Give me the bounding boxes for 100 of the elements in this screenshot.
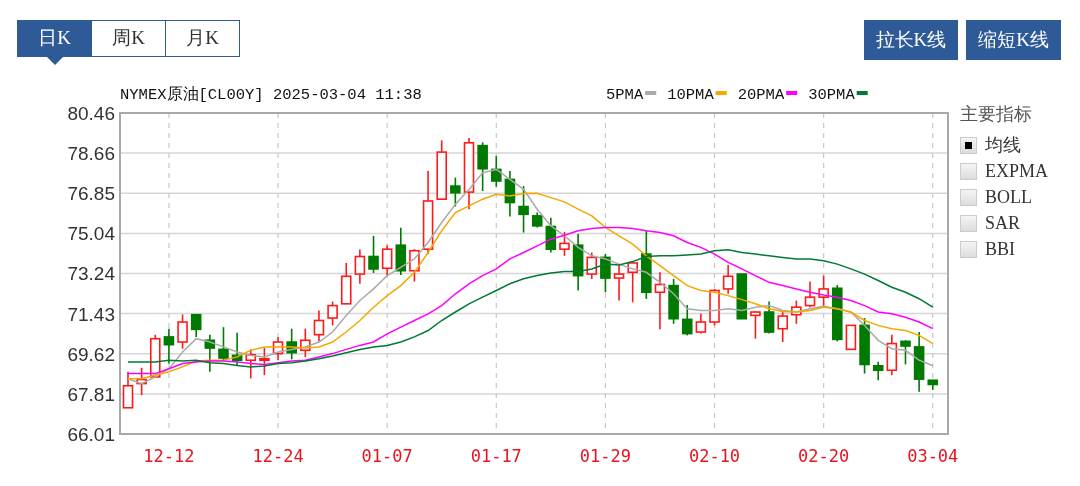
y-axis-label: 67.81 — [67, 384, 115, 405]
candlestick — [859, 317, 870, 375]
candlestick — [832, 284, 843, 343]
legend-label: 30PMA — [808, 86, 855, 104]
candlestick — [368, 235, 379, 274]
candlestick — [613, 263, 625, 302]
legend-swatch — [645, 91, 657, 95]
candlestick — [559, 231, 570, 257]
candlestick — [641, 229, 652, 300]
y-axis-label: 73.24 — [67, 263, 115, 285]
x-axis-label: 01-29 — [579, 446, 631, 466]
candlestick — [300, 327, 311, 358]
period-tab[interactable]: 日K — [17, 20, 92, 57]
candlestick — [163, 327, 175, 365]
x-axis-label: 02-10 — [688, 446, 741, 466]
legend-swatch — [786, 91, 798, 95]
legend-label: 20PMA — [737, 86, 785, 104]
candlestick — [477, 141, 488, 192]
chart-title: NYMEX原油[CL00Y] 2025-03-04 11:38 — [120, 86, 422, 104]
candlestick — [286, 327, 297, 361]
candlestick — [900, 339, 911, 366]
candlestick — [231, 331, 243, 367]
candlestick — [204, 333, 216, 373]
candlestick — [177, 313, 188, 350]
candlestick — [600, 253, 611, 294]
candlestick — [504, 170, 516, 218]
candlestick — [627, 261, 638, 304]
candlestick — [313, 309, 325, 343]
candlestick — [409, 248, 420, 283]
candlestick — [777, 311, 788, 343]
x-axis-label: 03-04 — [907, 446, 959, 466]
candlestick — [872, 361, 884, 382]
candlestick — [736, 273, 748, 320]
x-axis-label: 12-12 — [143, 446, 195, 466]
candlestick — [340, 262, 352, 305]
candlestick — [150, 333, 161, 378]
x-axis-label: 12-24 — [252, 446, 304, 466]
candlestick — [654, 271, 666, 331]
candlestick — [381, 244, 393, 278]
candlestick — [518, 185, 529, 234]
indicator-checkbox[interactable] — [960, 162, 977, 180]
indicator-label: BBI — [985, 237, 1015, 261]
x-axis-label: 01-07 — [361, 446, 413, 466]
zoom-button[interactable]: 缩短K线 — [966, 20, 1061, 60]
legend-label: 10PMA — [667, 86, 714, 104]
candlestick — [545, 216, 557, 254]
candlestick — [272, 336, 284, 362]
candlestick — [136, 367, 147, 396]
candlestick — [763, 300, 775, 335]
indicator-label: 均线 — [985, 133, 1021, 157]
x-axis-label: 02-20 — [798, 446, 850, 466]
candlestick — [845, 324, 857, 351]
candlestick — [218, 326, 229, 362]
candlestick — [490, 155, 502, 188]
legend-swatch — [856, 91, 868, 95]
candlestick — [531, 211, 543, 229]
indicator-checkbox[interactable] — [960, 136, 977, 154]
tab-pointer-icon — [46, 57, 63, 65]
legend-swatch — [715, 91, 727, 95]
candlestick — [668, 278, 679, 325]
candlestick — [245, 348, 257, 380]
y-axis-label: 80.46 — [67, 103, 115, 124]
period-tab[interactable]: 月K — [165, 20, 240, 57]
y-axis-label: 75.04 — [67, 223, 115, 245]
candlestick — [791, 299, 802, 325]
indicator-checkbox[interactable] — [960, 188, 977, 206]
candlestick — [327, 300, 338, 327]
candlestick — [818, 274, 829, 308]
y-axis-label: 71.43 — [67, 303, 115, 325]
y-axis-label: 78.66 — [67, 143, 115, 164]
indicator-checkbox[interactable] — [960, 214, 977, 232]
indicator-label: BOLL — [985, 185, 1032, 209]
candlestick — [695, 313, 707, 335]
candlestick — [122, 371, 134, 409]
period-tab[interactable]: 周K — [91, 20, 166, 57]
candlestick — [586, 251, 598, 280]
candlestick — [886, 333, 898, 376]
indicator-label: SAR — [985, 211, 1020, 235]
y-axis-label: 69.62 — [67, 343, 115, 365]
candlestick — [750, 310, 761, 340]
legend-label: 5PMA — [606, 86, 644, 104]
candlestick — [354, 248, 366, 285]
indicator-checkbox[interactable] — [960, 240, 977, 258]
candlestick — [804, 280, 816, 308]
indicator-heading: 主要指标 — [960, 103, 1033, 126]
zoom-button[interactable]: 拉长K线 — [863, 20, 959, 60]
x-axis-label: 01-17 — [470, 446, 522, 466]
candlestick — [450, 176, 461, 208]
indicator-label: EXPMA — [985, 159, 1048, 183]
candlestick — [572, 233, 584, 292]
candlestick — [681, 304, 693, 337]
candlestick — [259, 347, 270, 376]
candlestick — [190, 313, 202, 338]
candlestick — [722, 264, 734, 295]
candlestick — [436, 139, 448, 200]
y-axis-label: 66.01 — [67, 424, 115, 445]
candlestick — [395, 226, 407, 276]
candlestick — [913, 331, 925, 393]
candlestick — [927, 379, 939, 391]
candlestick — [709, 288, 720, 327]
